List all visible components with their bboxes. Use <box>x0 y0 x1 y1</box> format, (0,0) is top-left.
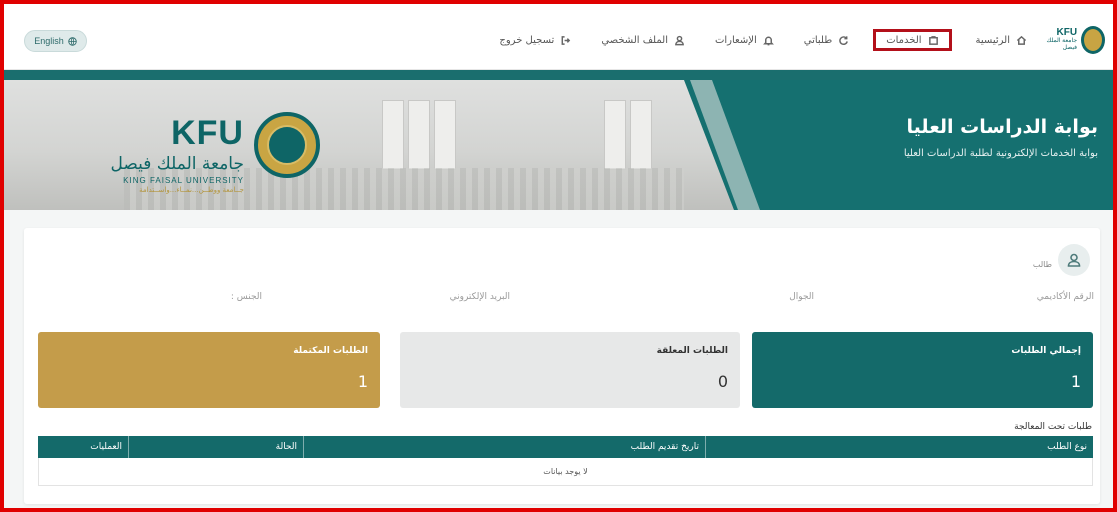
nav-item-label: الرئيسية <box>975 34 1010 46</box>
kfu-banner-logo: KFU جامعة الملك فيصل KING FAISAL UNIVERS… <box>104 112 334 210</box>
banner-title: بوابة الدراسات العليا <box>906 116 1098 138</box>
university-seal-icon <box>254 112 320 178</box>
requests-section-title: طلبات تحت المعالجة <box>1014 422 1092 432</box>
student-profile-card: طالب الرقم الأكاديمي الجوال البريد الإلك… <box>24 228 1100 504</box>
logout-icon <box>561 35 571 45</box>
language-toggle-button[interactable]: English <box>24 30 87 52</box>
hall-window <box>408 100 430 170</box>
nav-item-profile[interactable]: الملف الشخصي <box>595 29 691 51</box>
kfu-logo-name-en: KING FAISAL UNIVERSITY <box>123 176 244 185</box>
nav-item-my-requests[interactable]: طلباتي <box>798 29 855 51</box>
email-label: البريد الإلكتروني <box>449 292 510 302</box>
nav-logo-text: KFU جامعة الملك فيصل <box>1039 26 1078 52</box>
pending-requests-value: 0 <box>717 372 728 391</box>
nav-item-label: الإشعارات <box>714 34 757 46</box>
bell-icon <box>762 36 774 45</box>
language-button-label: English <box>34 36 64 46</box>
column-status[interactable]: الحالة <box>128 436 303 458</box>
portal-page: English الرئيسية الخدمات طلباتي الإشعارا… <box>4 4 1113 508</box>
banner-strip <box>4 70 1113 80</box>
gender-label: الجنس : <box>230 292 262 302</box>
completed-requests-value: 1 <box>357 372 368 391</box>
refresh-icon <box>839 35 849 45</box>
nav-item-home[interactable]: الرئيسية <box>970 29 1033 51</box>
kfu-logo-slogan: جــامعة ووطــن...نمــاء...واســتدامة <box>139 186 244 194</box>
avatar <box>1058 244 1090 276</box>
hall-window <box>604 100 626 170</box>
top-navbar: English الرئيسية الخدمات طلباتي الإشعارا… <box>4 4 1113 70</box>
portal-banner: KFU جامعة الملك فيصل KING FAISAL UNIVERS… <box>4 70 1113 210</box>
user-icon <box>1067 253 1081 267</box>
completed-requests-label: الطلبات المكتملة <box>293 346 368 356</box>
briefcase-icon <box>928 35 938 45</box>
table-header: نوع الطلب تاريخ تقديم الطلب الحالة العمل… <box>38 436 1093 458</box>
home-icon <box>1016 35 1027 45</box>
completed-requests-card[interactable]: الطلبات المكتملة 1 <box>38 332 380 408</box>
nav-item-logout[interactable]: تسجيل خروج <box>493 29 577 51</box>
hall-window <box>630 100 652 170</box>
nav-item-services[interactable]: الخدمات <box>873 29 952 51</box>
nav-item-label: الملف الشخصي <box>601 34 668 46</box>
user-icon <box>675 35 684 45</box>
total-requests-value: 1 <box>1070 372 1081 391</box>
banner-subtitle: بوابة الخدمات الإلكترونية لطلبة الدراسات… <box>903 148 1098 159</box>
total-requests-card[interactable]: إجمالي الطلبات 1 <box>752 332 1093 408</box>
kfu-logo-short: KFU <box>171 114 244 152</box>
total-requests-label: إجمالي الطلبات <box>1011 346 1081 356</box>
table-empty-row: لا يوجد بيانات <box>38 458 1093 486</box>
nav-item-label: طلباتي <box>803 34 833 46</box>
column-request-type[interactable]: نوع الطلب <box>705 436 1093 458</box>
academic-id-label: الرقم الأكاديمي <box>1036 292 1094 302</box>
requests-table: نوع الطلب تاريخ تقديم الطلب الحالة العمل… <box>38 436 1093 486</box>
student-role-label: طالب <box>1032 260 1052 269</box>
nav-logo-short: KFU <box>1056 26 1078 38</box>
column-submit-date[interactable]: تاريخ تقديم الطلب <box>303 436 705 458</box>
column-actions[interactable]: العمليات <box>38 436 128 458</box>
pending-requests-card[interactable]: الطلبات المعلقة 0 <box>400 332 740 408</box>
kfu-nav-logo[interactable]: KFU جامعة الملك فيصل <box>1039 20 1105 60</box>
nav-item-notifications[interactable]: الإشعارات <box>709 29 780 51</box>
hall-window <box>434 100 456 170</box>
globe-icon <box>68 36 77 46</box>
main-navigation: الرئيسية الخدمات طلباتي الإشعارات الملف … <box>493 28 1033 52</box>
kfu-logo-name-ar: جامعة الملك فيصل <box>110 154 244 174</box>
pending-requests-label: الطلبات المعلقة <box>656 346 728 356</box>
university-seal-icon <box>1081 26 1105 54</box>
nav-item-label: الخدمات <box>886 34 922 46</box>
nav-item-label: تسجيل خروج <box>499 34 555 46</box>
nav-logo-name-ar: جامعة الملك فيصل <box>1046 37 1078 51</box>
mobile-label: الجوال <box>789 292 814 302</box>
seal-inner <box>267 125 307 165</box>
hall-window <box>382 100 404 170</box>
